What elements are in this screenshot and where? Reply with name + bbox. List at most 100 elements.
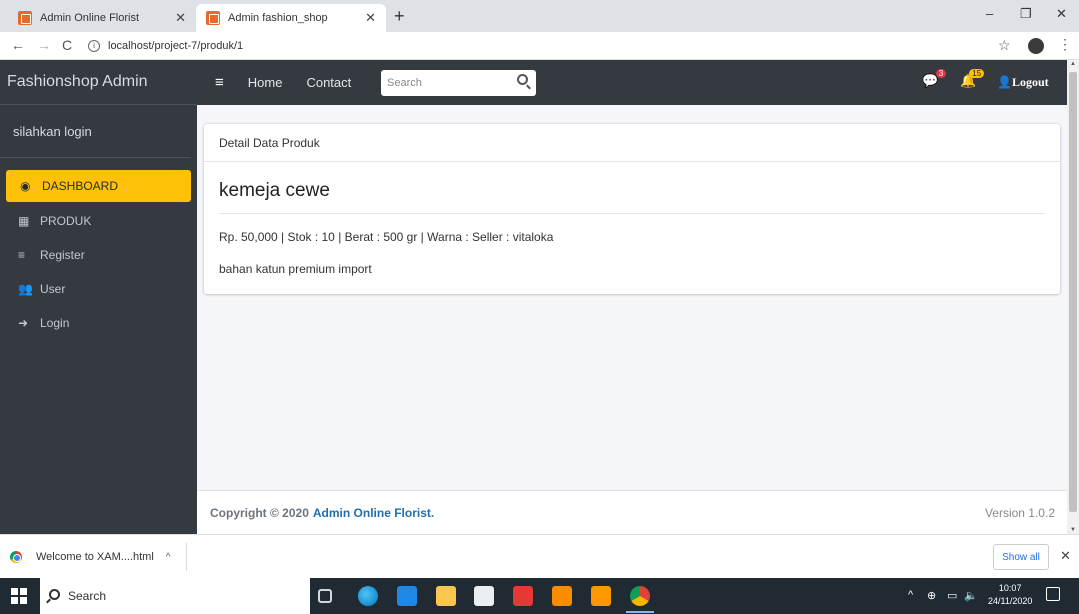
dashboard-icon: ◉ [20,179,31,193]
logout-label: Logout [1011,75,1049,89]
footer-brand-link[interactable]: Admin Online Florist. [313,506,434,520]
reload-icon[interactable]: C [62,37,72,53]
product-detail-card: Detail Data Produk kemeja cewe Rp. 50,00… [204,124,1060,294]
product-meta: Rp. 50,000 | Stok : 10 | Berat : 500 gr … [219,230,554,244]
list-icon: ≡ [18,248,26,262]
download-filename: Welcome to XAM....html [36,551,154,563]
logout-link[interactable]: 👤Logout [997,75,1049,90]
search-placeholder: Search [387,77,422,89]
notifications-icon[interactable]: 🔔 15 [960,69,985,89]
product-description: bahan katun premium import [219,262,372,276]
chevron-up-icon[interactable]: ^ [166,552,171,563]
product-name: kemeja cewe [219,180,330,201]
taskbar-search-input[interactable]: Search [40,578,310,614]
sidebar-item-register[interactable]: ≡ Register [0,238,197,272]
sublime-text-icon[interactable] [591,586,611,606]
download-item[interactable]: Welcome to XAM....html ^ [10,543,187,571]
sidebar-item-label: DASHBOARD [42,179,119,193]
task-view-icon[interactable] [318,589,332,603]
gift-icon[interactable] [513,586,533,606]
top-navbar: ≡ Home Contact Search 💬 3 🔔 15 👤Logout [197,60,1067,105]
restore-button[interactable]: ❐ [1020,6,1032,22]
sidebar-item-login[interactable]: ➜ Login [0,306,197,340]
clock-time: 10:07 [998,583,1022,593]
xampp-icon[interactable] [552,586,572,606]
sidebar-item-produk[interactable]: ▦ PRODUK [0,204,197,238]
site-info-icon[interactable]: i [88,40,100,52]
window-close-button[interactable]: ✕ [1056,6,1067,22]
menu-toggle-icon[interactable]: ≡ [215,74,224,91]
scroll-down-icon[interactable]: ▼ [1070,527,1076,533]
action-center-icon[interactable] [1046,587,1060,601]
divider [219,213,1045,214]
edge-icon[interactable] [358,586,378,606]
card-header: Detail Data Produk [204,124,1060,162]
users-icon: 👥 [18,282,33,296]
page-scrollbar[interactable]: ▲ ▼ [1067,60,1079,534]
scrollbar-thumb[interactable] [1069,72,1077,512]
url-text: localhost/project-7/produk/1 [108,40,244,52]
tab-close-icon[interactable]: ✕ [175,10,186,26]
network-icon[interactable]: ⊕ [927,589,936,602]
search-input[interactable]: Search [381,70,536,96]
file-explorer-icon[interactable] [436,586,456,606]
chrome-file-icon [10,551,22,563]
search-icon[interactable] [517,74,528,85]
site-favicon-icon [206,11,220,25]
user-icon: 👤 [997,75,1012,89]
notifications-badge: 15 [969,69,985,78]
sidebar-item-label: Register [40,248,85,262]
messages-badge: 3 [935,69,947,78]
tab-title: Admin fashion_shop [228,12,328,24]
content-wrapper: Detail Data Produk kemeja cewe Rp. 50,00… [197,105,1067,534]
new-tab-button[interactable]: + [394,6,405,27]
sidebar: Fashionshop Admin silahkan login ◉ DASHB… [0,60,197,534]
product-icon: ▦ [18,214,30,228]
windows-start-icon[interactable] [11,588,27,604]
chrome-icon[interactable] [626,586,654,613]
battery-icon[interactable]: ▭ [947,589,957,602]
browser-menu-icon[interactable]: ⋮ [1058,36,1072,53]
windows-taskbar: Search ^ ⊕ ▭ 🔈 10:07 24/11/2020 [0,578,1079,614]
nav-link-home[interactable]: Home [248,75,283,90]
copyright-text: Copyright © 2020 [210,505,309,520]
mail-icon[interactable] [397,586,417,606]
sidebar-item-label: User [40,282,66,296]
version-text: Version 1.0.2 [984,505,1055,520]
site-favicon-icon [18,11,32,25]
clock-date: 24/11/2020 [988,596,1033,606]
address-bar-row: ← → C i localhost/project-7/produk/1 ☆ ⋮ [0,32,1079,60]
page-footer: Copyright © 2020 Admin Online Florist. V… [197,490,1067,534]
screen: Admin Online Florist ✕ Admin fashion_sho… [0,0,1079,614]
scroll-up-icon[interactable]: ▲ [1070,61,1076,67]
downloads-close-icon[interactable]: ✕ [1060,548,1071,564]
forward-arrow-icon[interactable]: → [37,37,51,53]
login-icon: ➜ [18,316,29,330]
tab-admin-fashion-shop[interactable]: Admin fashion_shop ✕ [196,4,386,32]
tab-title: Admin Online Florist [40,12,140,24]
sidebar-menu: ◉ DASHBOARD ▦ PRODUK ≡ Register 👥 User ➜… [0,158,197,340]
address-input[interactable]: i localhost/project-7/produk/1 [88,35,1018,57]
bookmark-star-icon[interactable]: ☆ [998,37,1011,54]
taskbar-search-placeholder: Search [68,589,107,603]
minimize-button[interactable]: – [986,6,993,21]
show-all-button[interactable]: Show all [993,544,1049,570]
store-icon[interactable] [474,586,494,606]
tab-admin-online-florist[interactable]: Admin Online Florist ✕ [8,4,196,32]
volume-icon[interactable]: 🔈 [964,589,978,602]
tray-chevron-icon[interactable]: ^ [908,589,913,601]
profile-avatar[interactable] [1028,38,1044,54]
sidebar-item-user[interactable]: 👥 User [0,272,197,306]
system-clock[interactable]: 10:07 24/11/2020 [988,582,1032,608]
brand-link[interactable]: Fashionshop Admin [0,60,197,105]
downloads-bar: Welcome to XAM....html ^ Show all ✕ [0,534,1079,578]
sidebar-item-label: Login [40,316,70,330]
browser-tab-strip: Admin Online Florist ✕ Admin fashion_sho… [0,0,1079,32]
back-arrow-icon[interactable]: ← [11,37,25,53]
tab-close-icon[interactable]: ✕ [365,10,376,26]
search-icon [49,589,60,600]
sidebar-item-dashboard[interactable]: ◉ DASHBOARD [6,170,191,202]
messages-icon[interactable]: 💬 3 [922,69,947,89]
sidebar-item-label: PRODUK [40,214,92,228]
nav-link-contact[interactable]: Contact [306,75,351,90]
